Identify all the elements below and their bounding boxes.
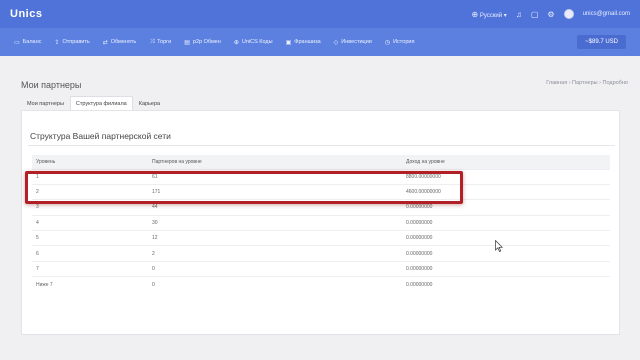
mouse-cursor-icon <box>495 240 503 252</box>
level-cell: Ниже 7 <box>32 276 148 293</box>
nav-item-0[interactable]: ▭ Баланс <box>14 39 41 46</box>
exchange-icon: ⇄ <box>102 39 108 46</box>
income-cell: 0.00000000 <box>402 245 610 262</box>
divider <box>28 145 615 146</box>
nav-item-4[interactable]: ▤ p2p Обмен <box>184 39 221 46</box>
table-row: 3 44 0.00000000 <box>32 199 610 216</box>
tab-bar: Мои партнеры Структура филиала Карьера <box>21 96 166 111</box>
page-title: Мои партнеры <box>21 80 82 90</box>
globe-icon: ⊕ <box>471 9 479 19</box>
levels-table: Уровень Партнеров на уровне Доход на уро… <box>32 155 610 293</box>
nav-item-label: История <box>393 39 415 45</box>
partners-cell: 30 <box>148 214 402 231</box>
bell-icon[interactable]: ♫ <box>516 10 522 19</box>
income-cell: 0.00000000 <box>402 230 610 246</box>
table-row: 1 61 8800.00000000 <box>32 168 610 185</box>
gear-icon[interactable]: ⚙ <box>547 10 554 19</box>
partners-cell: 171 <box>148 183 402 200</box>
nav-item-label: Торги <box>157 39 172 45</box>
partners-cell: 2 <box>148 245 402 262</box>
nav-item-label: UniCS Коды <box>241 39 273 45</box>
income-cell: 4600.00000000 <box>402 183 610 200</box>
nav-item-label: Обменять <box>110 39 137 45</box>
language-label: Русский <box>479 12 503 19</box>
table-row: 5 12 0.00000000 <box>32 230 610 246</box>
partners-cell: 0 <box>148 260 402 277</box>
level-cell: 3 <box>32 199 148 216</box>
diamond-icon: ◇ <box>333 39 339 46</box>
income-cell: 8800.00000000 <box>402 168 610 185</box>
nav-item-label: Инвестиции <box>341 39 372 45</box>
network-structure-card: Структура Вашей партнерской сети Уровень… <box>21 110 620 335</box>
top-right-controls: ⊕ Русский ▾ ♫ ▢ ⚙ unics@gmail.com <box>472 9 630 19</box>
chat-icon[interactable]: ▢ <box>531 10 539 19</box>
level-cell: 5 <box>32 230 148 246</box>
level-cell: 6 <box>32 245 148 262</box>
column-header-level: Уровень <box>32 155 148 169</box>
tab-career[interactable]: Карьера <box>133 96 166 111</box>
nav-item-label: Отправить <box>62 39 90 45</box>
table-row: Ниже 7 0 0.00000000 <box>32 276 610 293</box>
table-body: 1 61 8800.00000000 2 171 4600.00000000 3 44 0.00… <box>32 168 610 293</box>
avatar[interactable] <box>563 9 574 19</box>
trade-icon: ⤨ <box>149 38 155 45</box>
nav-item-3[interactable]: ⤨ Торги <box>149 39 171 46</box>
level-cell: 1 <box>32 168 148 185</box>
partners-cell: 61 <box>148 168 402 185</box>
card-title: Структура Вашей партнерской сети <box>30 131 171 141</box>
user-email[interactable]: unics@gmail.com <box>583 11 630 17</box>
table-row: 4 30 0.00000000 <box>32 214 610 231</box>
column-header-income: Доход на уровне <box>402 155 610 169</box>
nav-item-label: p2p Обмен <box>192 39 221 45</box>
nav-item-label: Франшиза <box>294 39 321 45</box>
table-row: 6 2 0.00000000 <box>32 245 610 262</box>
level-cell: 4 <box>32 214 148 231</box>
nav-item-label: Баланс <box>22 39 42 45</box>
nav-item-2[interactable]: ⇄ Обменять <box>103 39 137 46</box>
income-cell: 0.00000000 <box>402 214 610 231</box>
column-header-partners: Партнеров на уровне <box>148 155 402 169</box>
nav-item-5[interactable]: ⊕ UniCS Коды <box>234 39 273 46</box>
table-row: 7 0 0.00000000 <box>32 260 610 277</box>
income-cell: 0.00000000 <box>402 199 610 216</box>
income-cell: 0.00000000 <box>402 276 610 293</box>
tab-my-partners[interactable]: Мои партнеры <box>21 96 70 111</box>
level-cell: 7 <box>32 260 148 277</box>
nav-item-1[interactable]: ⇪ Отправить <box>54 39 89 46</box>
wallet-icon: ▭ <box>14 39 20 46</box>
level-cell: 2 <box>32 183 148 200</box>
logo[interactable]: Unics <box>10 8 42 20</box>
tab-branch-structure[interactable]: Структура филиала <box>69 96 133 111</box>
upload-icon: ⇪ <box>54 39 60 46</box>
nav-item-7[interactable]: ◇ Инвестиции <box>334 39 372 46</box>
income-cell: 0.00000000 <box>402 260 610 277</box>
nav-item-8[interactable]: ◷ История <box>385 39 415 46</box>
table-header-row: Уровень Партнеров на уровне Доход на уро… <box>32 155 610 169</box>
p2p-icon: ▤ <box>184 39 190 46</box>
table-row: 2 171 4600.00000000 <box>32 183 610 200</box>
franchise-icon: ▣ <box>285 39 292 46</box>
nav-items: ▭ Баланс ⇪ Отправить ⇄ Обменять ⤨ Торги ▤ p2p Обм… <box>14 39 427 46</box>
breadcrumb[interactable]: Главная › Партнеры › Подробно <box>546 80 628 86</box>
nav-item-6[interactable]: ▣ Франшиза <box>286 39 321 46</box>
partners-cell: 44 <box>148 199 402 216</box>
top-bar: Unics ⊕ Русский ▾ ♫ ▢ ⚙ unics@gmail.com <box>0 0 640 28</box>
partners-cell: 0 <box>148 276 402 293</box>
language-selector[interactable]: ⊕ Русский ▾ <box>472 10 507 19</box>
balance-badge[interactable]: ~$89.7 USD <box>577 35 626 49</box>
main-nav: ▭ Баланс ⇪ Отправить ⇄ Обменять ⤨ Торги ▤ p2p Обм… <box>0 28 640 56</box>
globe-icon: ⊕ <box>233 39 239 46</box>
clock-icon: ◷ <box>384 39 391 46</box>
partners-cell: 12 <box>148 230 402 246</box>
